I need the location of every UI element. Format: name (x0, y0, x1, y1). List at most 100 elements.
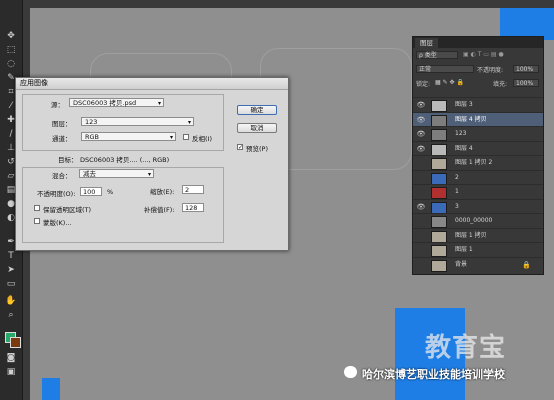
layer-thumbnail (431, 143, 447, 156)
move-icon[interactable]: ✥ (5, 30, 17, 42)
filter-icons[interactable]: ▣ ◐ T ▭ ▤ ● (463, 51, 539, 59)
layer-thumbnail (431, 100, 447, 112)
mask-label: 蒙版(K)... (43, 219, 72, 227)
chevron-down-icon: ▾ (157, 100, 161, 107)
target-value: DSC06003 拷贝.... (..., RGB) (80, 156, 170, 164)
apply-image-dialog: 应用图像 源： DSC06003 拷贝.psd ▾ 图层： 123 ▾ 通道： RG… (15, 77, 289, 251)
blend-select[interactable]: 减去 ▾ (79, 169, 154, 178)
source-value: DSC06003 拷贝.psd (73, 99, 137, 107)
visibility-eye-icon[interactable]: 👁 (416, 98, 426, 112)
opacity-label: 不透明度(O): (37, 190, 76, 198)
layer-row[interactable]: 👁 图层 4 拷贝 (413, 111, 543, 127)
panel-tabbar: 图层 (413, 37, 543, 48)
hand-icon[interactable]: ✋ (5, 295, 17, 307)
layer-name: 123 (455, 130, 467, 137)
watermark-brand: 教育宝 (425, 333, 507, 363)
layer-thumbnail (431, 230, 447, 243)
horizontal-ruler (22, 0, 554, 8)
layer-name: 图层 1 (455, 246, 473, 253)
tab-layers[interactable]: 图层 (415, 38, 438, 48)
lock-icon: 🔒 (522, 260, 531, 269)
offset-input[interactable]: 128 (182, 203, 204, 212)
type-icon[interactable]: T (5, 250, 17, 262)
preview-label: 预览(P) (246, 145, 268, 153)
chevron-down-icon: ▾ (169, 134, 173, 141)
layer-thumbnail (431, 201, 447, 214)
layer-select[interactable]: 123 ▾ (81, 117, 194, 126)
layer-name: 图层 1 拷贝 2 (455, 159, 493, 166)
visibility-eye-icon[interactable]: 👁 (416, 127, 426, 141)
layer-name: 0000_00000 (455, 217, 493, 224)
invert-checkbox[interactable] (183, 134, 189, 140)
layer-row[interactable]: 👁 图层 4 (413, 140, 543, 156)
zoom-icon[interactable]: ⌕ (5, 309, 17, 321)
layer-name: 图层 3 (455, 101, 473, 108)
canvas-blue-area-corner (42, 378, 60, 400)
visibility-eye-icon[interactable]: 👁 (416, 200, 426, 214)
lasso-icon[interactable]: ◌ (5, 58, 17, 70)
mask-checkbox[interactable] (34, 218, 40, 224)
preserve-transparency-label: 保留透明区域(T) (43, 206, 92, 214)
marquee-icon[interactable]: ⬚ (5, 44, 17, 56)
layer-row[interactable]: 👁 3 (413, 198, 543, 214)
channel-select[interactable]: RGB ▾ (81, 132, 176, 141)
source-select[interactable]: DSC06003 拷贝.psd ▾ (69, 98, 164, 107)
visibility-eye-icon[interactable]: 👁 (416, 113, 426, 127)
layer-row[interactable]: 1 (413, 184, 543, 199)
lock-icons[interactable]: ▦ ✎ ✥ 🔒 (435, 79, 464, 86)
layer-label: 图层： (52, 120, 72, 128)
channel-label: 通道： (52, 135, 72, 143)
layer-row[interactable]: 2 (413, 169, 543, 185)
layer-thumbnail (431, 129, 447, 141)
layer-thumbnail (431, 259, 447, 272)
layer-value: 123 (85, 118, 98, 126)
watermark-school: 哈尔滨博艺职业技能培训学校 (362, 368, 505, 381)
shape-icon[interactable]: ▭ (5, 278, 17, 290)
path-select-icon[interactable]: ➤ (5, 264, 17, 276)
opacity-input[interactable]: 100 (80, 187, 102, 196)
fill-input[interactable]: 100% (513, 79, 539, 87)
layer-row[interactable]: 0000_00000 (413, 213, 543, 228)
wechat-icon (344, 366, 357, 378)
layer-kind-filter[interactable]: ρ 类型 (416, 51, 458, 59)
layer-opacity-input[interactable]: 100% (513, 65, 539, 73)
blend-label: 混合： (52, 172, 72, 180)
layer-thumbnail (431, 245, 447, 257)
layer-row[interactable]: 图层 1 (413, 242, 543, 257)
preserve-transparency-checkbox[interactable] (34, 205, 40, 211)
preview-checkbox[interactable]: ✓ (237, 144, 243, 151)
layer-thumbnail (431, 187, 447, 199)
layer-name: 背景 (455, 260, 468, 268)
layer-opacity-label: 不透明度: (477, 67, 504, 74)
quick-mask-icon[interactable]: ◙ (5, 352, 17, 364)
lock-label: 锁定: (416, 81, 431, 88)
ok-button[interactable]: 确定 (237, 105, 277, 115)
opacity-unit: % (107, 188, 114, 196)
layer-row[interactable]: 👁 123 (413, 126, 543, 141)
channel-value: RGB (85, 133, 100, 141)
layer-name: 图层 4 (455, 144, 473, 152)
scale-label: 缩放(E): (150, 188, 175, 196)
offset-label: 补偿值(F): (144, 206, 175, 214)
target-label: 目标： (58, 156, 78, 164)
background-color-swatch[interactable] (10, 337, 21, 348)
layer-thumbnail (431, 172, 447, 185)
layer-name: 图层 1 拷贝 (455, 231, 487, 239)
visibility-eye-icon[interactable]: 👁 (416, 142, 426, 156)
chevron-down-icon: ▾ (187, 119, 191, 126)
layer-thumbnail (431, 114, 447, 127)
cancel-button[interactable]: 取消 (237, 123, 277, 133)
layer-thumbnail (431, 158, 447, 170)
layer-row[interactable]: 图层 1 拷贝 2 (413, 155, 543, 170)
fill-label: 填充: (493, 81, 508, 88)
layer-thumbnail (431, 216, 447, 228)
layer-name: 2 (455, 173, 459, 181)
layer-row[interactable]: 背景 🔒 (413, 256, 543, 272)
layer-row[interactable]: 👁 图层 3 (413, 97, 543, 112)
blend-mode-select[interactable]: 正常 (416, 65, 474, 73)
layer-name: 1 (455, 188, 459, 195)
layers-panel: 图层 ρ 类型 ▣ ◐ T ▭ ▤ ● 正常 不透明度: 100% 锁定: ▦ … (412, 36, 544, 275)
screen-mode-icon[interactable]: ▣ (5, 366, 17, 378)
layer-row[interactable]: 图层 1 拷贝 (413, 227, 543, 243)
scale-input[interactable]: 2 (182, 185, 204, 194)
